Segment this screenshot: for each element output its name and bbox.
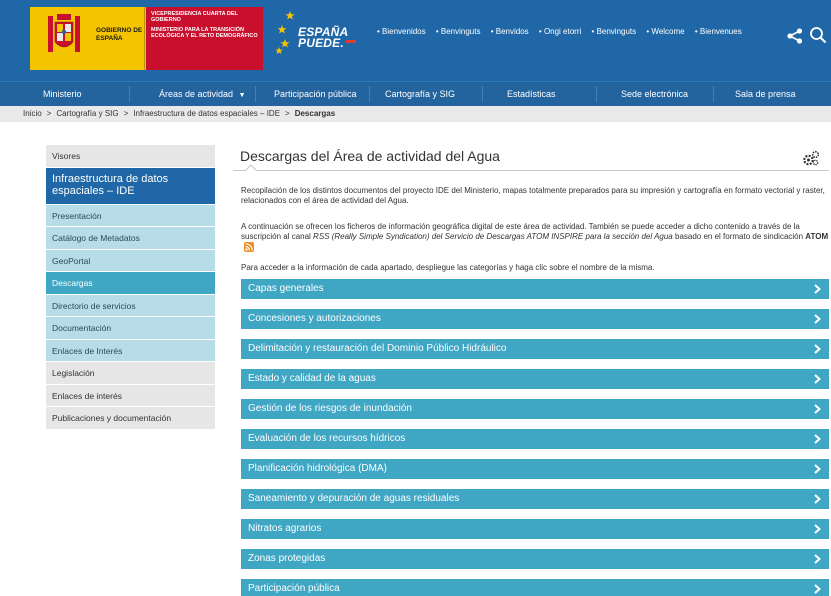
stars-icon (276, 11, 295, 54)
main-nav: Ministerio Áreas de actividad ▼ Particip… (0, 81, 831, 106)
accordion-riesgos-inundacion[interactable]: Gestión de los riesgos de inundación (241, 399, 829, 419)
sidebar-item-documentacion[interactable]: Documentación (46, 317, 215, 340)
breadcrumb: Inicio > Cartografía y SIG > Infraestructura… (0, 106, 831, 122)
breadcrumb-inicio[interactable]: Inicio (23, 109, 42, 118)
sidebar-item-enlaces-interes[interactable]: Enlaces de Interés (46, 339, 215, 362)
sidebar-item-descargas[interactable]: Descargas (46, 272, 215, 295)
vicepresidencia-label: VICEPRESIDENCIA CUARTA DEL GOBIERNO (151, 11, 238, 24)
lang-gl[interactable]: • Benvidos (491, 27, 533, 36)
lang-es[interactable]: • Bienvenidos (377, 27, 430, 36)
sidebar-item-publicaciones[interactable]: Publicaciones y documentación (46, 407, 215, 430)
accordion-saneamiento[interactable]: Saneamiento y depuración de aguas residu… (241, 489, 829, 509)
language-selector: • Bienvenidos • Benvinguts • Benvidos • … (377, 27, 750, 36)
ministerio-label: MINISTERIO PARA LA TRANSICIÓN ECOLÓGICA … (151, 26, 258, 39)
nav-estadisticas[interactable]: Estadísticas (507, 82, 556, 106)
nav-ministerio[interactable]: Ministerio (43, 82, 82, 106)
chevron-right-icon (814, 494, 821, 504)
logo-divider (144, 7, 145, 70)
accordion-dominio-publico[interactable]: Delimitación y restauración del Dominio … (241, 339, 829, 359)
rss-paragraph: A continuación se ofrecen los ficheros d… (241, 222, 831, 253)
espana-puede-logo[interactable]: ESPAÑA PUEDE. (276, 9, 366, 59)
gobierno-label: GOBIERNO DE ESPAÑA (96, 27, 143, 42)
nav-sede-electronica[interactable]: Sede electrónica (621, 82, 688, 106)
nav-divider (713, 86, 714, 102)
accordion-estado-calidad[interactable]: Estado y calidad de la aguas (241, 369, 829, 389)
nav-areas-actividad[interactable]: Áreas de actividad ▼ (159, 82, 246, 106)
atom-label: ATOM (805, 232, 829, 241)
chevron-right-icon (814, 284, 821, 294)
breadcrumb-ide[interactable]: Infraestructura de datos espaciales – ID… (133, 109, 280, 118)
title-caret-icon (245, 164, 257, 171)
page-title: Descargas del Área de actividad del Agua (240, 148, 500, 164)
intro-paragraph: Recopilación de los distintos documentos… (241, 186, 825, 205)
sidebar-item-visores[interactable]: Visores (46, 145, 215, 168)
sidebar-item-catalogo[interactable]: Catálogo de Metadatos (46, 227, 215, 250)
lang-en[interactable]: • Welcome (646, 27, 688, 36)
sidebar-item-directorio[interactable]: Directorio de servicios (46, 294, 215, 317)
instructions-paragraph: Para acceder a la información de cada ap… (241, 263, 655, 272)
chevron-right-icon (814, 314, 821, 324)
lang-eu[interactable]: • Ongi etorri (539, 27, 585, 36)
lang-ca[interactable]: • Benvinguts (436, 27, 485, 36)
ministerio-logo[interactable]: VICEPRESIDENCIA CUARTA DEL GOBIERNO MINI… (146, 7, 263, 70)
chevron-right-icon (814, 434, 821, 444)
brand-underline (346, 40, 356, 43)
accordion-nitratos[interactable]: Nitratos agrarios (241, 519, 829, 539)
nav-cartografia[interactable]: Cartografía y SIG (385, 82, 455, 106)
title-underline (233, 170, 829, 171)
accordion-concesiones[interactable]: Concesiones y autorizaciones (241, 309, 829, 329)
chevron-right-icon (814, 344, 821, 354)
sidebar-item-enlaces[interactable]: Enlaces de interés (46, 384, 215, 407)
breadcrumb-current: Descargas (294, 109, 336, 118)
brand-line-2: PUEDE. (298, 36, 344, 50)
site-header: GOBIERNO DE ESPAÑA VICEPRESIDENCIA CUART… (0, 0, 831, 81)
nav-participacion[interactable]: Participación pública (274, 82, 357, 106)
accordion-recursos-hidricos[interactable]: Evaluación de los recursos hídricos (241, 429, 829, 449)
accordion-planificacion[interactable]: Planificación hidrológica (DMA) (241, 459, 829, 479)
lang-va[interactable]: • Benvinguts (592, 27, 641, 36)
nav-divider (369, 86, 370, 102)
nav-divider (482, 86, 483, 102)
rss-link[interactable]: RSS (Really Simple Syndication) del Serv… (313, 232, 673, 241)
accordion-participacion[interactable]: Participación pública (241, 579, 829, 596)
rss-feed-icon[interactable] (244, 242, 254, 252)
chevron-right-icon (814, 524, 821, 534)
nav-divider (129, 86, 130, 102)
nav-divider (255, 86, 256, 102)
lang-fr[interactable]: • Bienvenues (695, 27, 746, 36)
chevron-right-icon (814, 404, 821, 414)
sidebar: Visores Infraestructura de datos espacia… (46, 145, 215, 430)
breadcrumb-cartografia[interactable]: Cartografía y SIG (56, 109, 118, 118)
accordion-capas-generales[interactable]: Capas generales (241, 279, 829, 299)
chevron-right-icon (814, 554, 821, 564)
gears-icon[interactable] (802, 150, 820, 166)
nav-divider (596, 86, 597, 102)
share-icon[interactable] (787, 28, 803, 44)
nav-sala-prensa[interactable]: Sala de prensa (735, 82, 796, 106)
accordion-zonas-protegidas[interactable]: Zonas protegidas (241, 549, 829, 569)
breadcrumb-separator: > (285, 109, 290, 118)
chevron-right-icon (814, 374, 821, 384)
breadcrumb-separator: > (123, 109, 129, 118)
search-icon[interactable] (809, 26, 827, 44)
sidebar-section-ide[interactable]: Infraestructura de datos espaciales – ID… (46, 167, 215, 205)
chevron-right-icon (814, 464, 821, 474)
sidebar-item-legislacion[interactable]: Legislación (46, 362, 215, 385)
coat-of-arms-icon (48, 14, 80, 52)
breadcrumb-separator: > (46, 109, 52, 118)
chevron-right-icon (814, 584, 821, 594)
sidebar-item-presentacion[interactable]: Presentación (46, 204, 215, 227)
caret-down-icon: ▼ (238, 92, 246, 99)
sidebar-item-geoportal[interactable]: GeoPortal (46, 249, 215, 272)
